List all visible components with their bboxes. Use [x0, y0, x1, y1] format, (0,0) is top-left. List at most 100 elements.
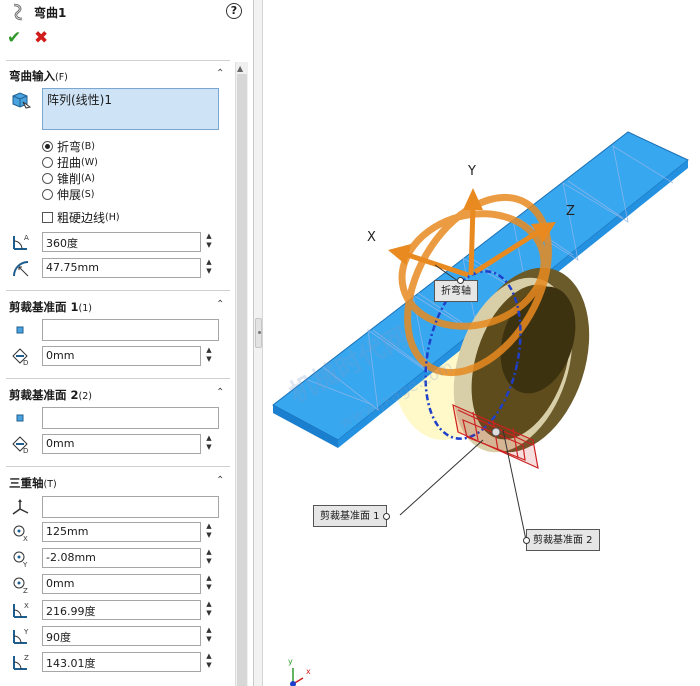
radio-bend-label: 折弯	[57, 140, 82, 154]
flex-feature-icon	[13, 3, 23, 21]
trim-plane-2-distance-input[interactable]: 0mm	[42, 434, 201, 454]
cancel-x-icon[interactable]: ✖	[34, 28, 48, 48]
collapse-caret-icon[interactable]: ⌃	[216, 299, 224, 310]
group-bend-input-label: 弯曲输入	[9, 69, 55, 83]
triad-y-value[interactable]: -2.08mm	[46, 551, 96, 564]
scrollbar-thumb[interactable]	[237, 74, 247, 686]
model-canvas[interactable]	[263, 0, 700, 686]
radio-twist-hotkey: (W)	[81, 157, 98, 168]
trim-plane-2-spinner[interactable]: ▲ ▼	[204, 434, 214, 454]
bodies-selection-box[interactable]: 阵列(线性)1	[42, 88, 219, 130]
trim-plane-1-selection[interactable]	[42, 319, 219, 341]
hard-edges-hotkey: (H)	[105, 212, 120, 223]
triad-z-value[interactable]: 0mm	[46, 577, 74, 590]
triad-x-value[interactable]: 125mm	[46, 525, 88, 538]
triad-y-spinner[interactable]: ▲ ▼	[204, 548, 214, 568]
group-bend-input[interactable]: 弯曲输入(F) ⌃	[0, 65, 232, 85]
triad-rot-y-value[interactable]: 90度	[46, 631, 71, 644]
graphics-viewport[interactable]: Y X Z 机械时代网 www.jxage.com 折弯轴 剪裁基准面 1 剪裁…	[263, 0, 700, 686]
collapse-caret-icon[interactable]: ⌃	[216, 475, 224, 486]
triad-rot-z-spinner[interactable]: ▲ ▼	[204, 652, 214, 672]
triad-rot-y-spinner[interactable]: ▲ ▼	[204, 626, 214, 646]
radio-twist-indicator[interactable]	[42, 157, 53, 168]
trim-plane-1-distance[interactable]: 0mm	[46, 349, 74, 362]
radio-twist[interactable]: 扭曲 (W)	[42, 155, 98, 170]
bend-axis-callout-label: 折弯轴	[441, 286, 471, 297]
collapse-caret-icon[interactable]: ⌃	[216, 387, 224, 398]
radio-bend[interactable]: 折弯 (B)	[42, 139, 95, 154]
trim-plane-2-callout[interactable]: 剪裁基准面 2	[523, 529, 600, 551]
group-trim-plane-2[interactable]: 剪裁基准面 2(2) ⌃	[0, 384, 232, 404]
radius-value[interactable]: 47.75mm	[46, 261, 99, 274]
callout-pin	[457, 277, 464, 284]
radio-bend-indicator[interactable]	[42, 141, 53, 152]
triad-y-input[interactable]: -2.08mm	[42, 548, 201, 568]
radio-taper-indicator[interactable]	[42, 173, 53, 184]
triad-rot-x-input[interactable]: 216.99度	[42, 600, 201, 620]
divider	[6, 60, 230, 61]
radio-stretch-indicator[interactable]	[42, 189, 53, 200]
radio-twist-label: 扭曲	[57, 156, 82, 170]
trim-plane-1-spinner[interactable]: ▲ ▼	[204, 346, 214, 366]
scroll-up-arrow-icon[interactable]: ▲	[237, 64, 243, 73]
angle-spinner[interactable]: ▲ ▼	[204, 232, 214, 252]
trim-plane-2-selection[interactable]	[42, 407, 219, 429]
triad-rot-z-input[interactable]: 143.01度	[42, 652, 201, 672]
triad-origin-marker	[491, 427, 501, 437]
radio-taper-hotkey: (A)	[81, 173, 95, 184]
help-icon[interactable]: ?	[226, 3, 242, 19]
group-trim-plane-1-hotkey: (1)	[78, 303, 92, 314]
ok-checkmark-icon[interactable]: ✔	[7, 28, 21, 48]
radio-taper[interactable]: 锥削 (A)	[42, 171, 95, 186]
triad-rot-y-input[interactable]: 90度	[42, 626, 201, 646]
triad-axis-y-label: Y	[468, 164, 476, 179]
radio-stretch-hotkey: (S)	[81, 189, 95, 200]
triad-selection[interactable]	[42, 496, 219, 518]
angle-icon: A	[13, 234, 29, 250]
svg-text:Y: Y	[22, 561, 28, 568]
view-orientation-triad	[290, 668, 304, 686]
group-triad-label: 三重轴	[9, 476, 44, 490]
origin-y-label: y	[288, 657, 293, 666]
svg-text:X: X	[24, 602, 29, 610]
triad-rot-x-spinner[interactable]: ▲ ▼	[204, 600, 214, 620]
vertex-icon	[16, 414, 24, 422]
radius-input[interactable]: 47.75mm	[42, 258, 201, 278]
bend-axis-callout[interactable]: 折弯轴	[434, 277, 478, 302]
group-trim-plane-2-hotkey: (2)	[78, 391, 92, 402]
vertex-icon	[16, 326, 24, 334]
hard-edges-checkbox[interactable]: 粗硬边线 (H)	[42, 209, 120, 226]
trim-plane-2-distance[interactable]: 0mm	[46, 437, 74, 450]
rotate-y-icon: Y	[13, 628, 29, 644]
splitter-grip[interactable]	[255, 318, 262, 348]
group-trim-plane-1[interactable]: 剪裁基准面 1(1) ⌃	[0, 296, 232, 316]
triad-z-spinner[interactable]: ▲ ▼	[204, 574, 214, 594]
triad-rot-x-value[interactable]: 216.99度	[46, 605, 96, 618]
triad-x-spinner[interactable]: ▲ ▼	[204, 522, 214, 542]
panel-splitter[interactable]	[254, 0, 263, 686]
origin-x-label: x	[306, 667, 311, 676]
angle-input[interactable]: 360度	[42, 232, 201, 252]
checkbox-box[interactable]	[42, 212, 53, 223]
selected-body[interactable]: 阵列(线性)1	[47, 93, 112, 107]
radio-taper-label: 锥削	[57, 172, 82, 186]
trim-plane-1-distance-input[interactable]: 0mm	[42, 346, 201, 366]
trim-plane-1-callout[interactable]: 剪裁基准面 1	[313, 505, 390, 527]
triad-z-input[interactable]: 0mm	[42, 574, 201, 594]
radio-stretch[interactable]: 伸展 (S)	[42, 187, 94, 202]
trim-plane-1-callout-label: 剪裁基准面 1	[320, 511, 380, 522]
radius-spinner[interactable]: ▲ ▼	[204, 258, 214, 278]
angle-value[interactable]: 360度	[46, 237, 78, 250]
group-trim-plane-1-label: 剪裁基准面 1	[9, 300, 79, 314]
callout-pin	[523, 537, 530, 544]
trim-plane-2-callout-label: 剪裁基准面 2	[533, 535, 593, 546]
triad-icon	[12, 499, 29, 515]
triad-x-input[interactable]: 125mm	[42, 522, 201, 542]
group-triad[interactable]: 三重轴(T) ⌃	[0, 472, 232, 492]
group-trim-plane-2-label: 剪裁基准面 2	[9, 388, 79, 402]
divider	[6, 466, 230, 467]
triad-rot-z-value[interactable]: 143.01度	[46, 657, 96, 670]
callout-leader	[399, 439, 484, 516]
collapse-caret-icon[interactable]: ⌃	[216, 68, 224, 79]
svg-text:D: D	[23, 359, 28, 366]
